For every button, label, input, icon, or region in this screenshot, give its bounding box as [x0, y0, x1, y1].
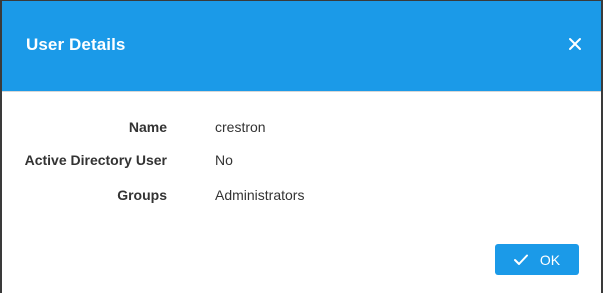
detail-row-groups: Groups Administrators [2, 187, 562, 207]
detail-value: crestron [215, 119, 266, 135]
dialog-title: User Details [26, 35, 126, 54]
ok-button-label: OK [539, 251, 561, 268]
checkmark-icon [513, 254, 528, 266]
ok-button[interactable]: OK [495, 244, 579, 275]
detail-label: Groups [117, 187, 167, 203]
detail-row-active-directory: Active Directory User No [2, 152, 562, 172]
detail-row-name: Name crestron [2, 119, 562, 139]
close-icon[interactable] [566, 35, 584, 53]
user-details-dialog: User Details Name crestron Active Direct… [0, 0, 603, 293]
detail-label: Active Directory User [24, 152, 167, 168]
detail-value: No [215, 152, 233, 168]
detail-label: Name [128, 119, 167, 135]
detail-value: Administrators [215, 187, 305, 203]
dialog-header: User Details [2, 1, 601, 92]
